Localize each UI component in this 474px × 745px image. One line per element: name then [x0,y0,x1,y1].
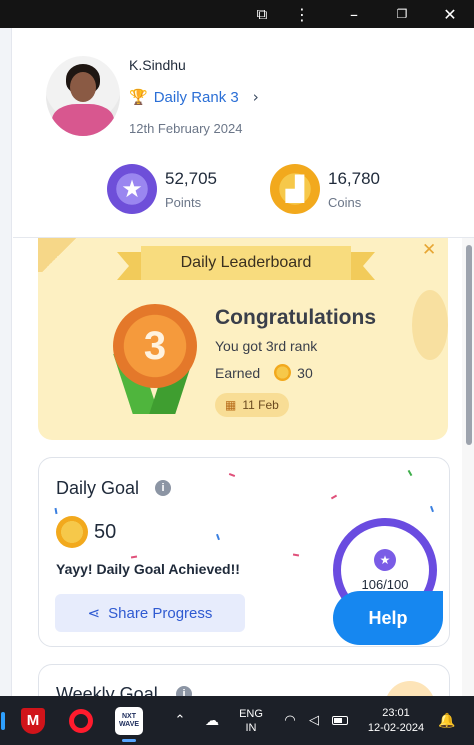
confetti [430,505,434,513]
daily-leaderboard-card: Daily Leaderboard ✕ 3 Congratulations Yo… [38,238,448,440]
language-region: IN [245,721,257,734]
goal-coins: 50 [56,516,116,548]
star-icon: ★ [374,548,396,571]
calendar-icon: ▦ [225,398,237,412]
goal-progress-text: 106/100 [361,576,409,592]
medal-icon: 3 [113,304,197,416]
battery-icon[interactable] [330,696,350,745]
language-code: ENG [239,707,263,720]
trophy-icon: 🏆 [129,88,148,106]
chevron-right-icon: › [252,88,259,106]
points-stat: ★ 52,705 Points [107,163,217,215]
clock-date: 12-02-2024 [367,721,425,734]
opera-icon[interactable] [66,696,96,745]
nxtwave-logo: NXT WAVE [115,706,143,735]
notification-bell-icon[interactable]: 🔔 [436,696,458,745]
profile-header: K.Sindhu 🏆 Daily Rank 3 › 12th February … [13,28,474,238]
extension-icon[interactable]: ⧉ [242,0,282,28]
confetti [330,494,338,500]
mcafee-icon[interactable]: M [18,696,48,745]
minimize-icon[interactable]: – [334,0,374,28]
avatar-body [52,104,114,136]
app-running-indicator [122,739,136,742]
avatar[interactable] [46,56,120,136]
points-value: 52,705 [165,168,217,188]
confetti [407,469,413,477]
help-button[interactable]: Help [333,591,443,645]
close-window-icon[interactable]: ✕ [430,0,470,28]
clock[interactable]: 23:01 12-02-2024 [360,696,432,745]
coins-stat: ▟ 16,780 Coins [270,163,380,215]
avatar-face [70,72,96,102]
battery-shape [332,716,348,725]
nxtwave-app-icon[interactable]: NXT WAVE [112,696,146,745]
opera-logo [69,708,93,733]
confetti [228,473,236,477]
confetti [54,507,58,515]
share-progress-button[interactable]: ⋖ Share Progress [55,594,245,632]
confetti [216,533,220,541]
confetti [130,555,138,559]
confetti [292,553,300,557]
points-star-icon: ★ [107,164,157,214]
earned-label: Earned [215,364,261,381]
daily-rank-label: Daily Rank 3 [153,88,239,106]
cloud-icon[interactable]: ☁ [200,696,224,745]
share-icon: ⋖ [87,604,101,622]
coins-label: Coins [328,194,362,210]
page-left-edge [0,28,12,696]
taskbar: M NXT WAVE ⌃ ☁ ENG IN ◠ ◁ 23:01 12-02-20… [0,696,474,745]
language-indicator[interactable]: ENG IN [234,696,268,745]
volume-icon[interactable]: ◁ [304,696,324,745]
taskbar-edge [0,696,6,745]
earned-value: 30 [297,364,313,381]
congratulations-heading: Congratulations [215,306,376,329]
daily-rank-link[interactable]: 🏆 Daily Rank 3 › [129,88,259,106]
coin-icon [274,364,292,381]
balloon-decoration [412,290,448,360]
more-icon[interactable]: ⋮ [282,0,322,28]
earned-row: Earned 30 [215,364,313,381]
coins-value: 16,780 [328,168,380,188]
daily-goal-title: Daily Goal [56,478,140,498]
bunting-decoration [38,238,80,272]
date-chip: ▦ 11 Feb [215,393,289,417]
leaderboard-ribbon-title: Daily Leaderboard [117,246,375,280]
active-indicator [1,711,5,730]
wifi-icon[interactable]: ◠ [280,696,300,745]
goal-achieved-text: Yayy! Daily Goal Achieved!! [56,561,240,577]
info-icon[interactable]: i [155,480,171,496]
profile-date: 12th February 2024 [129,121,243,136]
window-title-bar: ⧉ ⋮ – ❐ ✕ [0,0,474,28]
clock-time: 23:01 [382,706,410,719]
chevron-up-icon[interactable]: ⌃ [170,696,190,745]
date-chip-label: 11 Feb [242,398,279,412]
coin-icon [56,516,88,548]
scrollbar-thumb[interactable] [466,245,472,445]
user-name: K.Sindhu [129,57,186,73]
mcafee-logo: M [21,707,45,734]
medal-number: 3 [113,304,197,388]
maximize-icon[interactable]: ❐ [382,0,422,28]
share-progress-label: Share Progress [108,604,213,622]
points-label: Points [165,194,202,210]
close-icon[interactable]: ✕ [422,240,436,260]
rank-message: You got 3rd rank [215,338,318,354]
coins-icon: ▟ [270,164,320,214]
goal-coins-value: 50 [94,520,117,543]
